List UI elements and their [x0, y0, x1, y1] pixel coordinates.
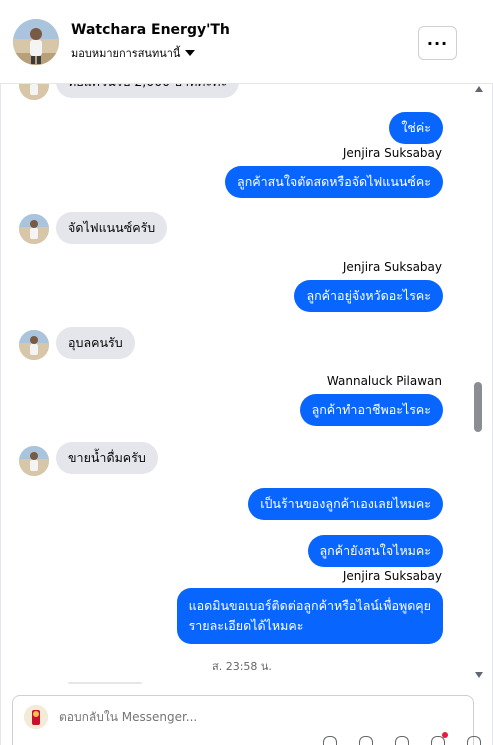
- assign-conversation-dropdown[interactable]: มอบหมายการสนทนานี้: [71, 44, 196, 62]
- caret-down-icon: [185, 50, 196, 56]
- more-options-button[interactable]: ···: [418, 26, 457, 60]
- customer-avatar: [19, 84, 49, 100]
- reply-input[interactable]: [59, 710, 359, 724]
- scroll-up-arrow-icon[interactable]: [475, 86, 483, 92]
- message-list[interactable]: ท่อแคว้นรับ 2,000 บาทคะคะ ใช่ค่ะ Jenjira…: [0, 84, 493, 684]
- message-incoming: จัดไฟแนนซ์ครับ: [56, 212, 168, 244]
- message-incoming: ขายน้ำดื่มครับ: [56, 442, 158, 474]
- assign-label: มอบหมายการสนทนานี้: [71, 47, 181, 60]
- sender-name: Jenjira Suksabay: [342, 260, 442, 274]
- message-outgoing: ลูกค้าอยู่จังหวัดอะไรคะ: [294, 280, 443, 312]
- customer-avatar: [19, 330, 49, 360]
- message-outgoing: ลูกค้าทำอาชีพอะไรคะ: [299, 394, 443, 426]
- customer-avatar: [19, 446, 49, 476]
- message-outgoing: เป็นร้านของลูกค้าเองเลยไหมคะ: [248, 488, 443, 520]
- page-avatar[interactable]: [13, 19, 59, 65]
- customer-avatar: [19, 214, 49, 244]
- message-outgoing: ลูกค้าสนใจตัดสดหรือจัดไฟแนนซ์คะ: [225, 166, 443, 198]
- message-incoming: อุบลคนรับ: [56, 327, 135, 359]
- message-outgoing-multiline: แอดมินขอเบอร์ติดต่อลูกค้าหรือไลน์เพื่อพู…: [176, 588, 443, 644]
- like-icon[interactable]: [467, 736, 481, 745]
- page-small-avatar: [24, 705, 48, 729]
- conversation-header: Watchara Energy'Th มอบหมายการสนทนานี้ ··…: [0, 0, 493, 84]
- sender-name: Jenjira Suksabay: [342, 569, 442, 583]
- sender-name: Jenjira Suksabay: [342, 146, 442, 160]
- notification-icon[interactable]: [431, 732, 448, 745]
- message-outgoing: ลูกค้ายังสนใจไหมคะ: [307, 535, 443, 567]
- message-line: รายละเอียดได้ไหมคะ: [188, 618, 304, 633]
- page-name[interactable]: Watchara Energy'Th: [71, 22, 230, 38]
- scroll-down-arrow-icon[interactable]: [475, 672, 483, 678]
- reply-composer: [12, 695, 481, 745]
- message-line: แอดมินขอเบอร์ติดต่อลูกค้าหรือไลน์เพื่อพู…: [188, 598, 431, 613]
- scrollbar-thumb[interactable]: [474, 382, 482, 432]
- emoji-icon[interactable]: [323, 736, 337, 745]
- saved-replies-icon[interactable]: [395, 736, 409, 745]
- attachment-icon[interactable]: [359, 736, 373, 745]
- message-outgoing: ใช่ค่ะ: [389, 112, 443, 144]
- sender-name: Wannaluck Pilawan: [326, 374, 442, 388]
- message-incoming: ท่อแคว้นรับ 2,000 บาทคะคะ: [56, 84, 240, 98]
- message-timestamp: ส. 23:58 น.: [212, 660, 272, 673]
- composer-toolbar: [323, 732, 481, 745]
- typing-bubble-edge: [68, 682, 142, 684]
